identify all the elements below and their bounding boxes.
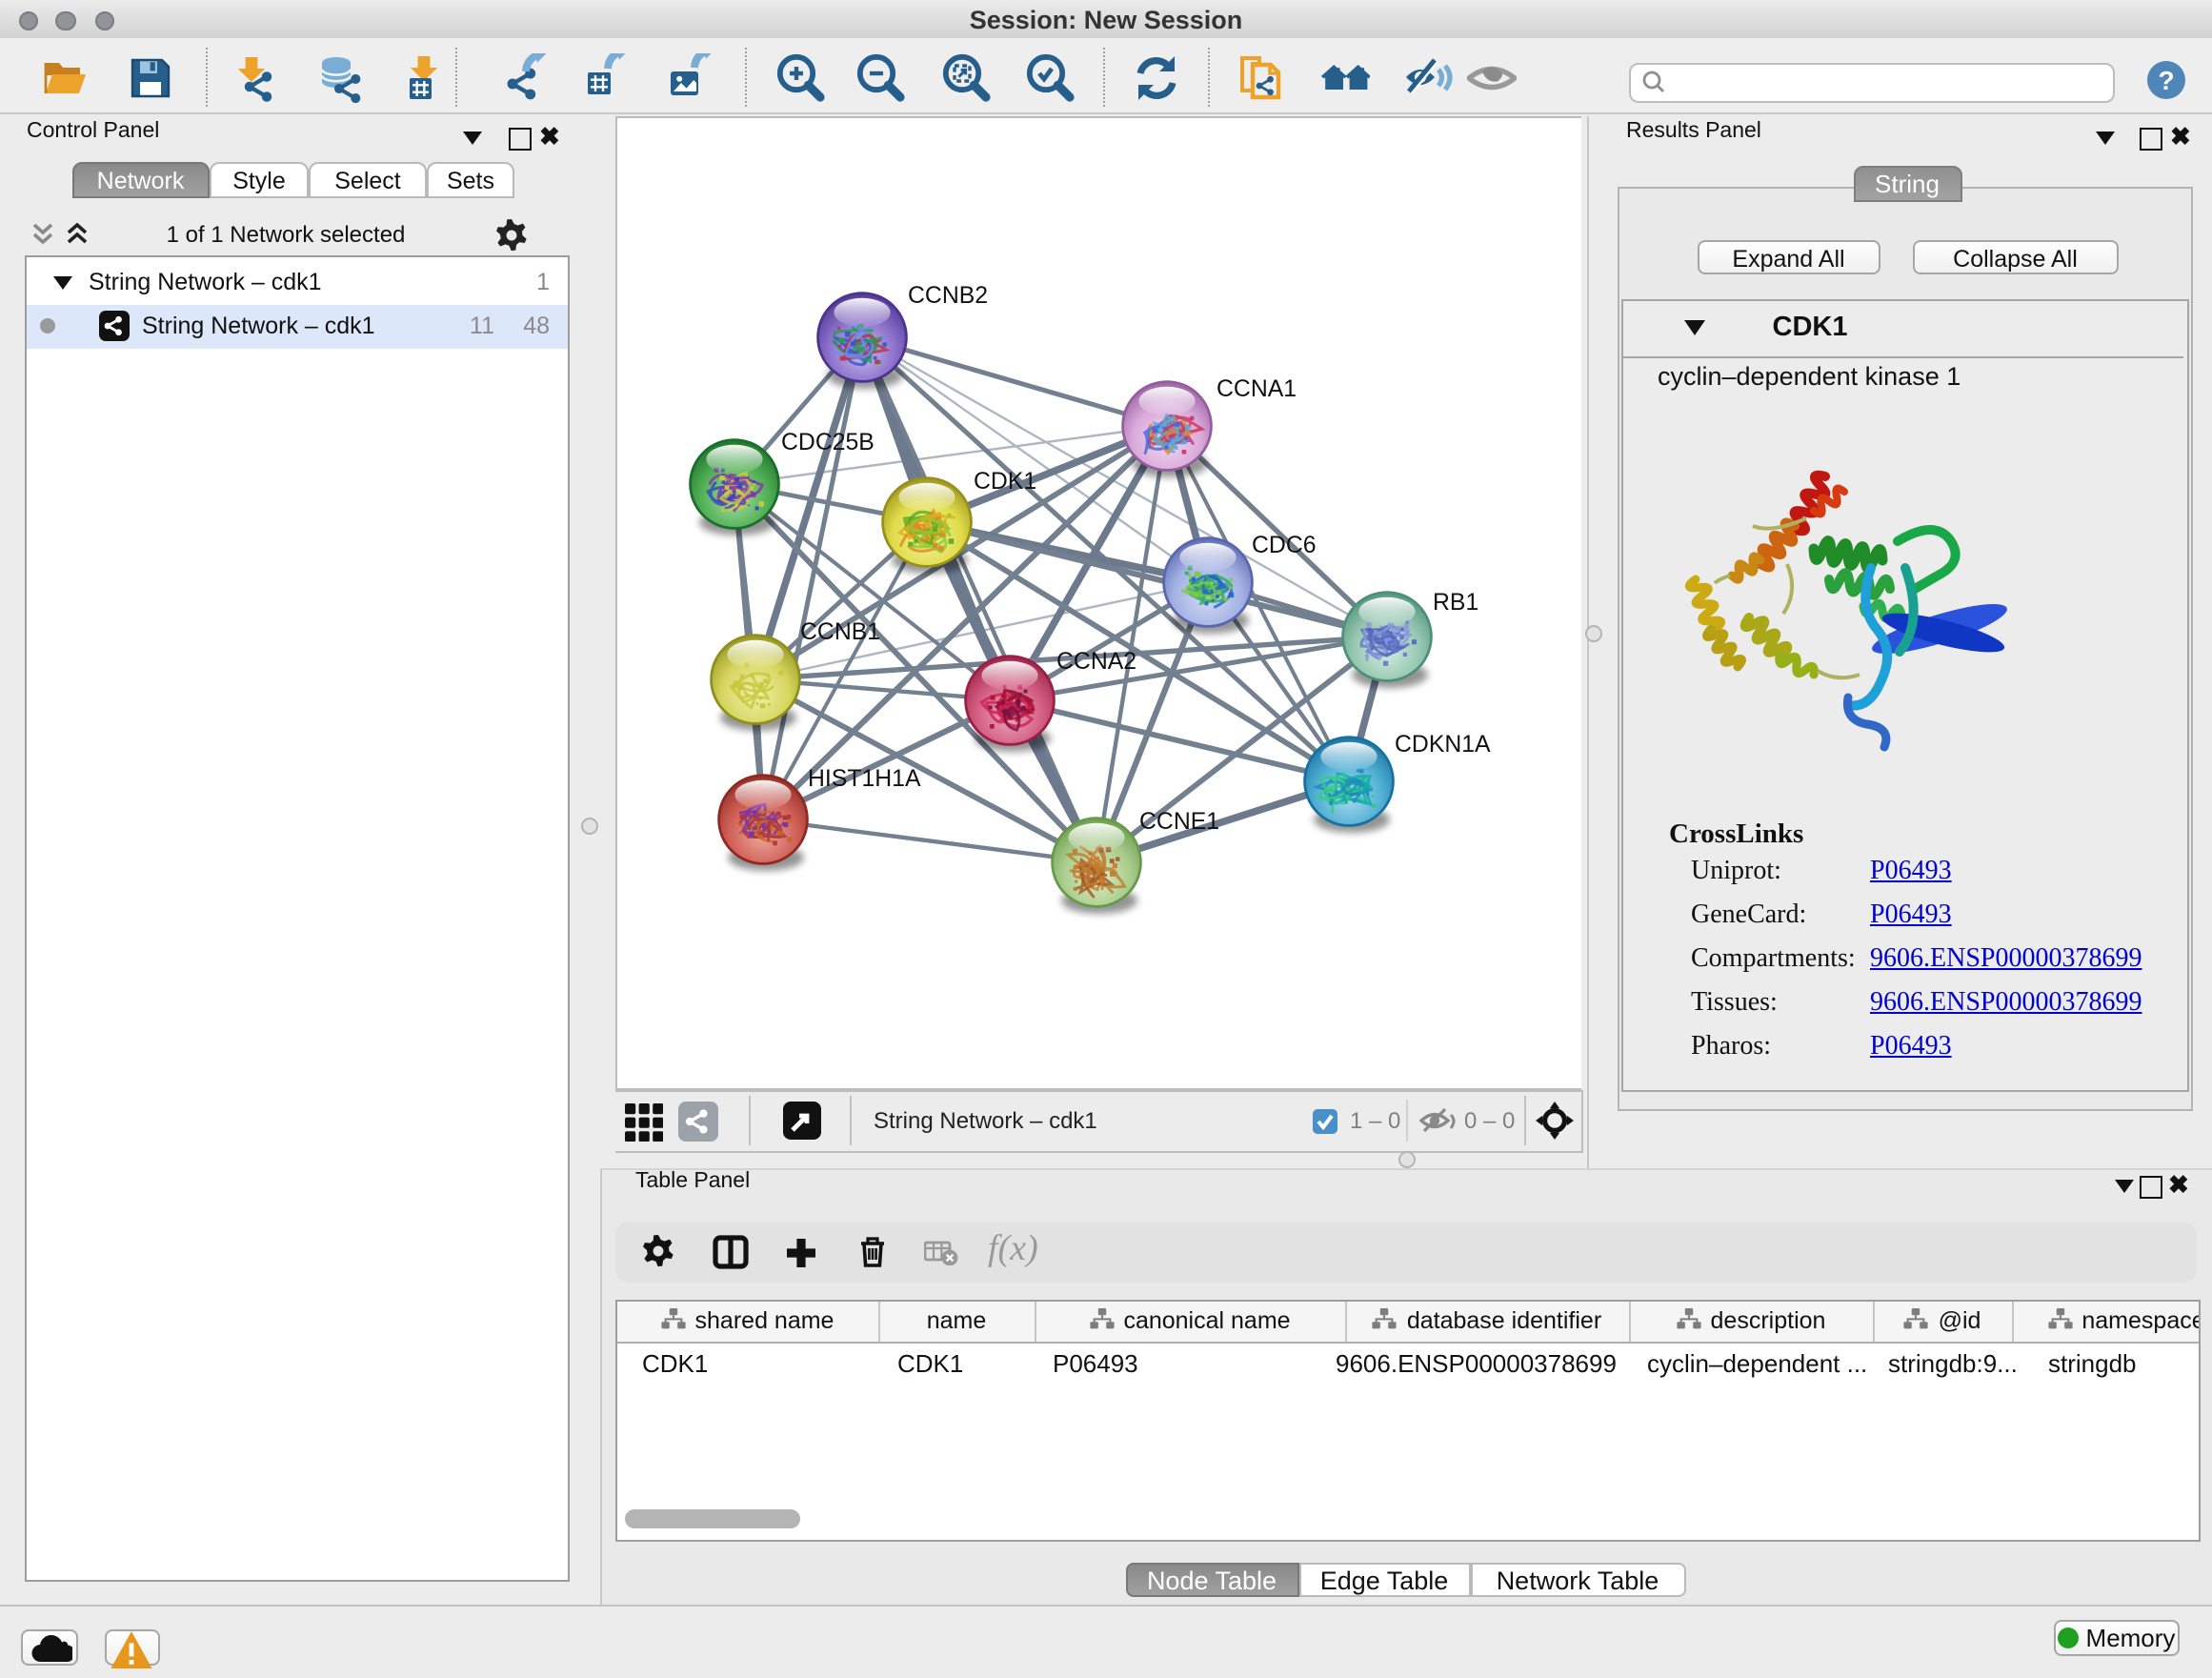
svg-text:RB1: RB1 <box>1432 590 1478 616</box>
svg-text:CCNA1: CCNA1 <box>1216 376 1296 402</box>
svg-text:CDC25B: CDC25B <box>780 430 874 455</box>
svg-text:CDKN1A: CDKN1A <box>1394 732 1490 758</box>
svg-text:CDK1: CDK1 <box>973 469 1036 495</box>
svg-text:CDC6: CDC6 <box>1251 533 1316 558</box>
svg-text:HIST1H1A: HIST1H1A <box>807 766 920 792</box>
svg-text:CCNB1: CCNB1 <box>799 619 879 645</box>
svg-text:CCNE1: CCNE1 <box>1138 809 1218 835</box>
svg-text:CCNA2: CCNA2 <box>1056 649 1136 675</box>
svg-text:CCNB2: CCNB2 <box>907 283 987 309</box>
